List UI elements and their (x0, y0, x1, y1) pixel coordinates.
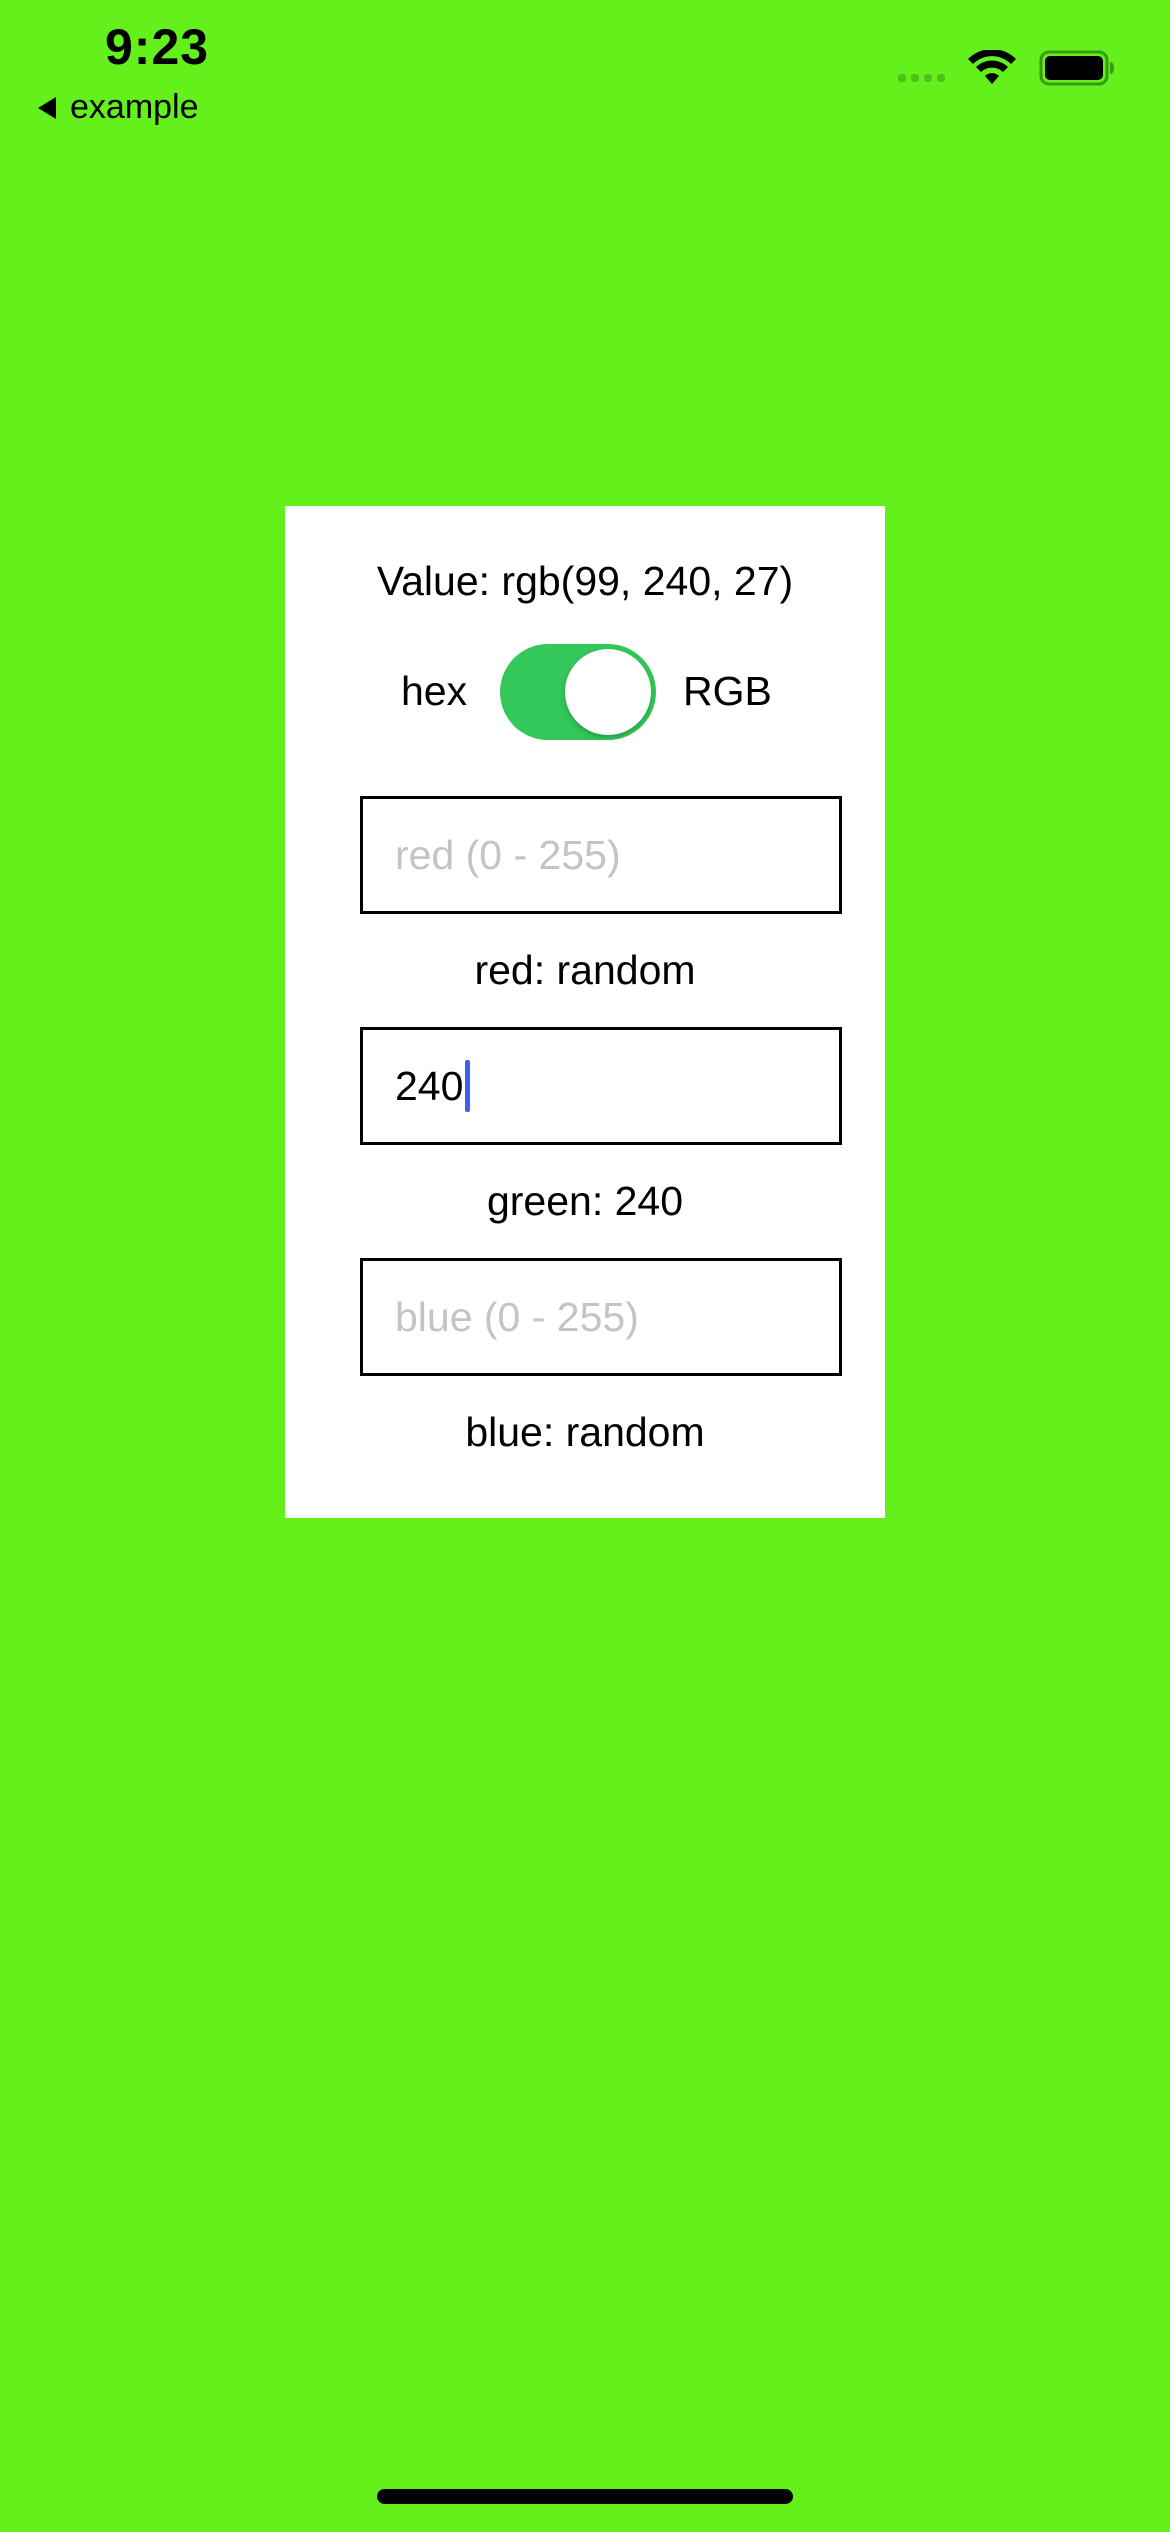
color-value-text: Value: rgb(99, 240, 27) (376, 558, 794, 604)
rgb-mode-label: RGB (683, 668, 772, 714)
back-label: example (70, 88, 199, 126)
status-icons (898, 50, 1115, 86)
red-value-label: red: random (474, 947, 696, 993)
green-input-value: 240 (395, 1062, 464, 1109)
back-triangle-icon (38, 96, 56, 119)
wifi-icon (968, 50, 1016, 84)
red-input[interactable]: red (0 - 255) (360, 796, 842, 914)
hex-rgb-switch[interactable] (500, 644, 656, 740)
hex-mode-label: hex (401, 668, 468, 714)
blue-value-label: blue: random (465, 1409, 705, 1455)
green-input[interactable]: 240 (360, 1027, 842, 1145)
back-to-app-button[interactable]: example (38, 88, 199, 127)
cellular-signal-icon (898, 54, 945, 82)
color-picker-card: Value: rgb(99, 240, 27) hex RGB red (0 -… (285, 506, 885, 1518)
battery-icon (1039, 50, 1114, 86)
status-time: 9:23 (105, 19, 210, 75)
switch-knob (565, 649, 651, 735)
blue-input[interactable]: blue (0 - 255) (360, 1258, 842, 1376)
mode-toggle-row: hex RGB (285, 644, 885, 740)
text-caret (465, 1060, 471, 1112)
green-value-label: green: 240 (486, 1178, 684, 1224)
blue-input-placeholder: blue (0 - 255) (395, 1293, 639, 1340)
red-input-placeholder: red (0 - 255) (395, 831, 621, 878)
home-indicator[interactable] (377, 2489, 793, 2504)
